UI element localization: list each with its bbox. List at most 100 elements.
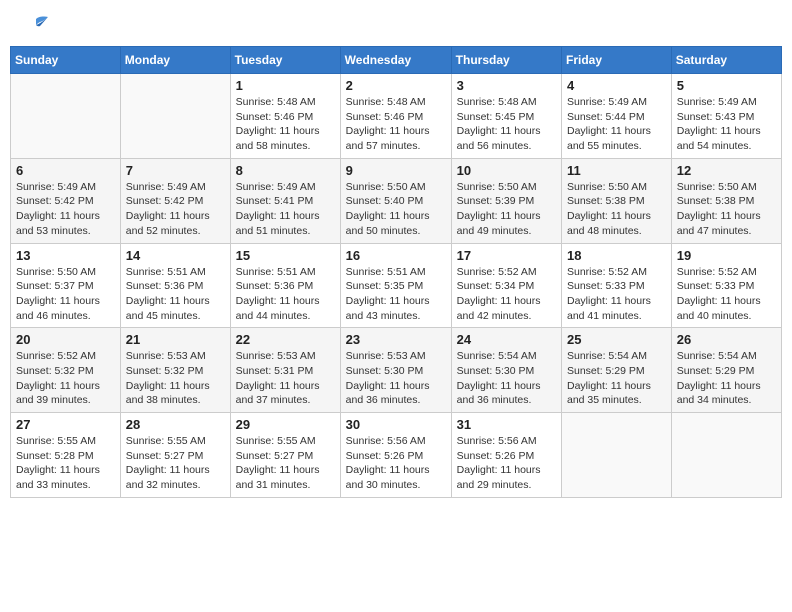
day-number: 23 <box>346 332 446 347</box>
day-info: Sunrise: 5:50 AMSunset: 5:38 PMDaylight:… <box>567 180 666 239</box>
day-info: Sunrise: 5:49 AMSunset: 5:44 PMDaylight:… <box>567 95 666 154</box>
day-info: Sunrise: 5:54 AMSunset: 5:29 PMDaylight:… <box>677 349 776 408</box>
calendar-cell: 4 Sunrise: 5:49 AMSunset: 5:44 PMDaylight… <box>562 74 672 159</box>
calendar-week-row: 27Sunrise: 5:55 AMSunset: 5:28 PMDayligh… <box>11 413 782 498</box>
weekday-header-sunday: Sunday <box>11 47 121 74</box>
day-info: Sunrise: 5:54 AMSunset: 5:29 PMDaylight:… <box>567 349 666 408</box>
day-info: Sunrise: 5:53 AMSunset: 5:31 PMDaylight:… <box>236 349 335 408</box>
day-number: 18 <box>567 248 666 263</box>
calendar-cell <box>671 413 781 498</box>
day-number: 28 <box>126 417 225 432</box>
calendar-cell: 20Sunrise: 5:52 AMSunset: 5:32 PMDayligh… <box>11 328 121 413</box>
calendar-cell: 28 Sunrise: 5:55 AMSunset: 5:27 PMDayligh… <box>120 413 230 498</box>
logo <box>20 15 50 33</box>
calendar-cell: 13 Sunrise: 5:50 AMSunset: 5:37 PMDayligh… <box>11 243 121 328</box>
day-number: 11 <box>567 163 666 178</box>
weekday-header-thursday: Thursday <box>451 47 561 74</box>
calendar-cell: 3 Sunrise: 5:48 AMSunset: 5:45 PMDaylight… <box>451 74 561 159</box>
day-number: 5 <box>677 78 776 93</box>
day-number: 6 <box>16 163 115 178</box>
day-info: Sunrise: 5:52 AMSunset: 5:33 PMDaylight:… <box>567 265 666 324</box>
day-number: 8 <box>236 163 335 178</box>
day-number: 30 <box>346 417 446 432</box>
day-number: 4 <box>567 78 666 93</box>
calendar-cell: 30 Sunrise: 5:56 AMSunset: 5:26 PMDayligh… <box>340 413 451 498</box>
day-info: Sunrise: 5:48 AMSunset: 5:46 PMDaylight:… <box>346 95 446 154</box>
day-info: Sunrise: 5:51 AMSunset: 5:36 PMDaylight:… <box>126 265 225 324</box>
day-info: Sunrise: 5:54 AMSunset: 5:30 PMDaylight:… <box>457 349 556 408</box>
day-number: 2 <box>346 78 446 93</box>
day-info: Sunrise: 5:51 AMSunset: 5:36 PMDaylight:… <box>236 265 335 324</box>
logo-bird-icon <box>22 15 50 37</box>
day-info: Sunrise: 5:53 AMSunset: 5:30 PMDaylight:… <box>346 349 446 408</box>
day-info: Sunrise: 5:52 AMSunset: 5:34 PMDaylight:… <box>457 265 556 324</box>
calendar-cell: 6 Sunrise: 5:49 AMSunset: 5:42 PMDaylight… <box>11 158 121 243</box>
calendar-cell: 8 Sunrise: 5:49 AMSunset: 5:41 PMDaylight… <box>230 158 340 243</box>
day-number: 12 <box>677 163 776 178</box>
calendar-cell: 22 Sunrise: 5:53 AMSunset: 5:31 PMDayligh… <box>230 328 340 413</box>
calendar-cell: 9 Sunrise: 5:50 AMSunset: 5:40 PMDaylight… <box>340 158 451 243</box>
day-number: 3 <box>457 78 556 93</box>
day-number: 14 <box>126 248 225 263</box>
calendar-week-row: 1 Sunrise: 5:48 AMSunset: 5:46 PMDaylight… <box>11 74 782 159</box>
day-info: Sunrise: 5:51 AMSunset: 5:35 PMDaylight:… <box>346 265 446 324</box>
page-header <box>10 10 782 38</box>
calendar-cell: 5 Sunrise: 5:49 AMSunset: 5:43 PMDaylight… <box>671 74 781 159</box>
day-number: 29 <box>236 417 335 432</box>
day-number: 9 <box>346 163 446 178</box>
day-number: 24 <box>457 332 556 347</box>
day-info: Sunrise: 5:48 AMSunset: 5:46 PMDaylight:… <box>236 95 335 154</box>
calendar-cell: 12 Sunrise: 5:50 AMSunset: 5:38 PMDayligh… <box>671 158 781 243</box>
calendar-cell: 26 Sunrise: 5:54 AMSunset: 5:29 PMDayligh… <box>671 328 781 413</box>
calendar-cell: 24 Sunrise: 5:54 AMSunset: 5:30 PMDayligh… <box>451 328 561 413</box>
calendar-week-row: 6 Sunrise: 5:49 AMSunset: 5:42 PMDaylight… <box>11 158 782 243</box>
calendar-cell: 19Sunrise: 5:52 AMSunset: 5:33 PMDayligh… <box>671 243 781 328</box>
day-info: Sunrise: 5:50 AMSunset: 5:37 PMDaylight:… <box>16 265 115 324</box>
weekday-header-row: SundayMondayTuesdayWednesdayThursdayFrid… <box>11 47 782 74</box>
day-info: Sunrise: 5:48 AMSunset: 5:45 PMDaylight:… <box>457 95 556 154</box>
day-info: Sunrise: 5:49 AMSunset: 5:42 PMDaylight:… <box>126 180 225 239</box>
day-number: 21 <box>126 332 225 347</box>
calendar-cell: 18 Sunrise: 5:52 AMSunset: 5:33 PMDayligh… <box>562 243 672 328</box>
calendar-cell: 14 Sunrise: 5:51 AMSunset: 5:36 PMDayligh… <box>120 243 230 328</box>
calendar-cell: 31Sunrise: 5:56 AMSunset: 5:26 PMDayligh… <box>451 413 561 498</box>
weekday-header-saturday: Saturday <box>671 47 781 74</box>
day-number: 22 <box>236 332 335 347</box>
day-number: 25 <box>567 332 666 347</box>
day-info: Sunrise: 5:50 AMSunset: 5:38 PMDaylight:… <box>677 180 776 239</box>
day-number: 17 <box>457 248 556 263</box>
calendar-cell: 2 Sunrise: 5:48 AMSunset: 5:46 PMDaylight… <box>340 74 451 159</box>
day-number: 13 <box>16 248 115 263</box>
calendar-cell: 15 Sunrise: 5:51 AMSunset: 5:36 PMDayligh… <box>230 243 340 328</box>
calendar-table: SundayMondayTuesdayWednesdayThursdayFrid… <box>10 46 782 498</box>
day-info: Sunrise: 5:49 AMSunset: 5:43 PMDaylight:… <box>677 95 776 154</box>
day-info: Sunrise: 5:55 AMSunset: 5:27 PMDaylight:… <box>236 434 335 493</box>
day-number: 15 <box>236 248 335 263</box>
day-info: Sunrise: 5:56 AMSunset: 5:26 PMDaylight:… <box>346 434 446 493</box>
day-number: 20 <box>16 332 115 347</box>
calendar-cell <box>11 74 121 159</box>
day-info: Sunrise: 5:55 AMSunset: 5:28 PMDaylight:… <box>16 434 115 493</box>
day-number: 1 <box>236 78 335 93</box>
calendar-cell: 21Sunrise: 5:53 AMSunset: 5:32 PMDayligh… <box>120 328 230 413</box>
weekday-header-wednesday: Wednesday <box>340 47 451 74</box>
calendar-cell: 27Sunrise: 5:55 AMSunset: 5:28 PMDayligh… <box>11 413 121 498</box>
calendar-cell <box>120 74 230 159</box>
weekday-header-monday: Monday <box>120 47 230 74</box>
calendar-cell: 16Sunrise: 5:51 AMSunset: 5:35 PMDayligh… <box>340 243 451 328</box>
day-info: Sunrise: 5:50 AMSunset: 5:40 PMDaylight:… <box>346 180 446 239</box>
weekday-header-friday: Friday <box>562 47 672 74</box>
day-number: 26 <box>677 332 776 347</box>
calendar-cell <box>562 413 672 498</box>
calendar-cell: 11 Sunrise: 5:50 AMSunset: 5:38 PMDayligh… <box>562 158 672 243</box>
calendar-cell: 1 Sunrise: 5:48 AMSunset: 5:46 PMDaylight… <box>230 74 340 159</box>
calendar-cell: 7Sunrise: 5:49 AMSunset: 5:42 PMDaylight… <box>120 158 230 243</box>
day-number: 31 <box>457 417 556 432</box>
weekday-header-tuesday: Tuesday <box>230 47 340 74</box>
day-info: Sunrise: 5:49 AMSunset: 5:41 PMDaylight:… <box>236 180 335 239</box>
day-info: Sunrise: 5:49 AMSunset: 5:42 PMDaylight:… <box>16 180 115 239</box>
calendar-cell: 29 Sunrise: 5:55 AMSunset: 5:27 PMDayligh… <box>230 413 340 498</box>
day-info: Sunrise: 5:55 AMSunset: 5:27 PMDaylight:… <box>126 434 225 493</box>
day-number: 10 <box>457 163 556 178</box>
calendar-cell: 10Sunrise: 5:50 AMSunset: 5:39 PMDayligh… <box>451 158 561 243</box>
